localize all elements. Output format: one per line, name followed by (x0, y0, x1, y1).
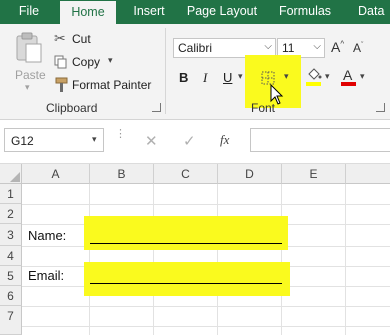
underline-chevron-down-icon: ▾ (238, 71, 243, 81)
column-header-c[interactable]: C (154, 164, 218, 184)
tab-formulas[interactable]: Formulas (274, 0, 336, 24)
gridline (89, 184, 90, 335)
italic-button[interactable]: I (198, 68, 214, 88)
formula-bar: G12 ▾ ⋮ ✕ ✓ fx (0, 120, 390, 164)
font-color-icon: A (343, 67, 353, 83)
chevron-down-icon: ⌵ (264, 41, 272, 52)
column-header-f[interactable] (346, 164, 390, 184)
underline-button[interactable]: U ▾ (220, 68, 246, 88)
email-input-highlight (84, 262, 290, 296)
font-color-swatch (341, 82, 356, 86)
paint-bucket-icon (308, 68, 322, 80)
font-name-value: Calibri (178, 41, 213, 55)
cell-a5[interactable]: Email: (28, 268, 64, 283)
increase-font-icon: A^ (331, 39, 345, 55)
fx-icon: fx (220, 132, 230, 147)
name-input-underline (90, 243, 282, 244)
name-box[interactable]: G12 ▾ (4, 128, 104, 152)
row-header-7[interactable]: 7 (0, 306, 22, 335)
copy-chevron-down-icon: ▾ (108, 55, 113, 65)
column-header-e[interactable]: E (282, 164, 346, 184)
tab-page-layout[interactable]: Page Layout (184, 0, 260, 24)
paste-icon (16, 32, 42, 63)
gridline (345, 184, 346, 335)
row-header-5[interactable]: 5 (0, 266, 22, 286)
row-header-2[interactable]: 2 (0, 204, 22, 224)
row-header-3[interactable]: 3 (0, 224, 22, 246)
cell-a3[interactable]: Name: (28, 228, 66, 243)
excel-window: File Home Insert Page Layout Formulas Da… (0, 0, 390, 335)
copy-button[interactable]: Copy ▾ (52, 53, 122, 71)
scissors-icon: ✂ (54, 30, 66, 46)
bold-button[interactable]: B (176, 68, 192, 88)
gridline (281, 184, 282, 335)
row-header-1[interactable]: 1 (0, 184, 22, 204)
ribbon-tab-bar: File Home Insert Page Layout Formulas Da… (0, 0, 390, 24)
clipboard-group-label: Clipboard (46, 101, 98, 115)
insert-function-button[interactable]: fx (220, 132, 238, 150)
chevron-down-icon: ⌵ (313, 41, 321, 52)
font-size-value: 11 (282, 41, 295, 55)
gridline (22, 326, 390, 327)
formula-bar-grip-icon: ⋮ (115, 128, 126, 140)
name-box-value: G12 (11, 134, 34, 148)
font-dialog-launcher-icon[interactable] (376, 103, 385, 112)
paintbrush-icon (55, 77, 68, 92)
tab-home[interactable]: Home (60, 0, 116, 24)
underline-label: U (223, 70, 233, 85)
bold-label: B (179, 70, 189, 85)
worksheet-grid[interactable]: A B C D E 1 2 3 4 5 6 7 Name: Email: (0, 164, 390, 335)
decrease-font-icon: Aˇ (353, 41, 364, 55)
fill-color-button[interactable]: ▾ (305, 68, 333, 90)
select-all-triangle-icon (10, 172, 20, 182)
copy-icon (54, 55, 67, 69)
italic-label: I (203, 70, 208, 85)
tab-data[interactable]: Data (350, 0, 390, 24)
email-input-underline (90, 283, 282, 284)
font-color-button[interactable]: A ▾ (340, 67, 368, 90)
increase-font-size-button[interactable]: A^ (331, 38, 347, 58)
name-box-chevron-down-icon: ▾ (92, 134, 97, 144)
fill-color-swatch (306, 82, 321, 86)
clipboard-dialog-launcher-icon[interactable] (152, 103, 161, 112)
format-painter-label: Format Painter (72, 78, 152, 92)
cut-button[interactable]: ✂ Cut (52, 30, 112, 48)
select-all-corner[interactable] (0, 164, 22, 184)
column-header-b[interactable]: B (90, 164, 154, 184)
name-input-highlight (84, 216, 288, 250)
cancel-button[interactable]: ✕ (145, 132, 161, 150)
enter-button[interactable]: ✓ (183, 132, 199, 150)
ribbon: Paste ▾ ✂ Cut Copy ▾ Format Painter Clip… (0, 24, 390, 120)
gridline (22, 204, 390, 205)
format-painter-button[interactable]: Format Painter (52, 76, 156, 94)
copy-label: Copy (72, 55, 101, 69)
gridline (153, 184, 154, 335)
gridline (22, 306, 390, 307)
font-color-chevron-down-icon: ▾ (360, 71, 365, 81)
formula-input[interactable] (250, 128, 390, 152)
close-icon: ✕ (145, 133, 158, 150)
tab-insert[interactable]: Insert (126, 0, 172, 24)
column-header-a[interactable]: A (22, 164, 90, 184)
decrease-font-size-button[interactable]: Aˇ (353, 38, 369, 58)
paste-label: Paste (15, 68, 46, 82)
column-header-d[interactable]: D (218, 164, 282, 184)
tab-file[interactable]: File (0, 0, 58, 24)
paste-chevron-down-icon: ▾ (25, 82, 30, 92)
gridline (217, 184, 218, 335)
borders-icon (261, 71, 275, 85)
check-icon: ✓ (183, 133, 196, 150)
borders-chevron-down-icon: ▾ (284, 71, 289, 81)
cut-label: Cut (72, 32, 91, 46)
ribbon-separator (165, 28, 166, 114)
paste-button[interactable]: Paste ▾ (10, 30, 48, 92)
row-header-6[interactable]: 6 (0, 286, 22, 306)
fill-chevron-down-icon: ▾ (325, 71, 330, 81)
row-header-4[interactable]: 4 (0, 246, 22, 266)
font-group-label: Font (251, 101, 276, 115)
